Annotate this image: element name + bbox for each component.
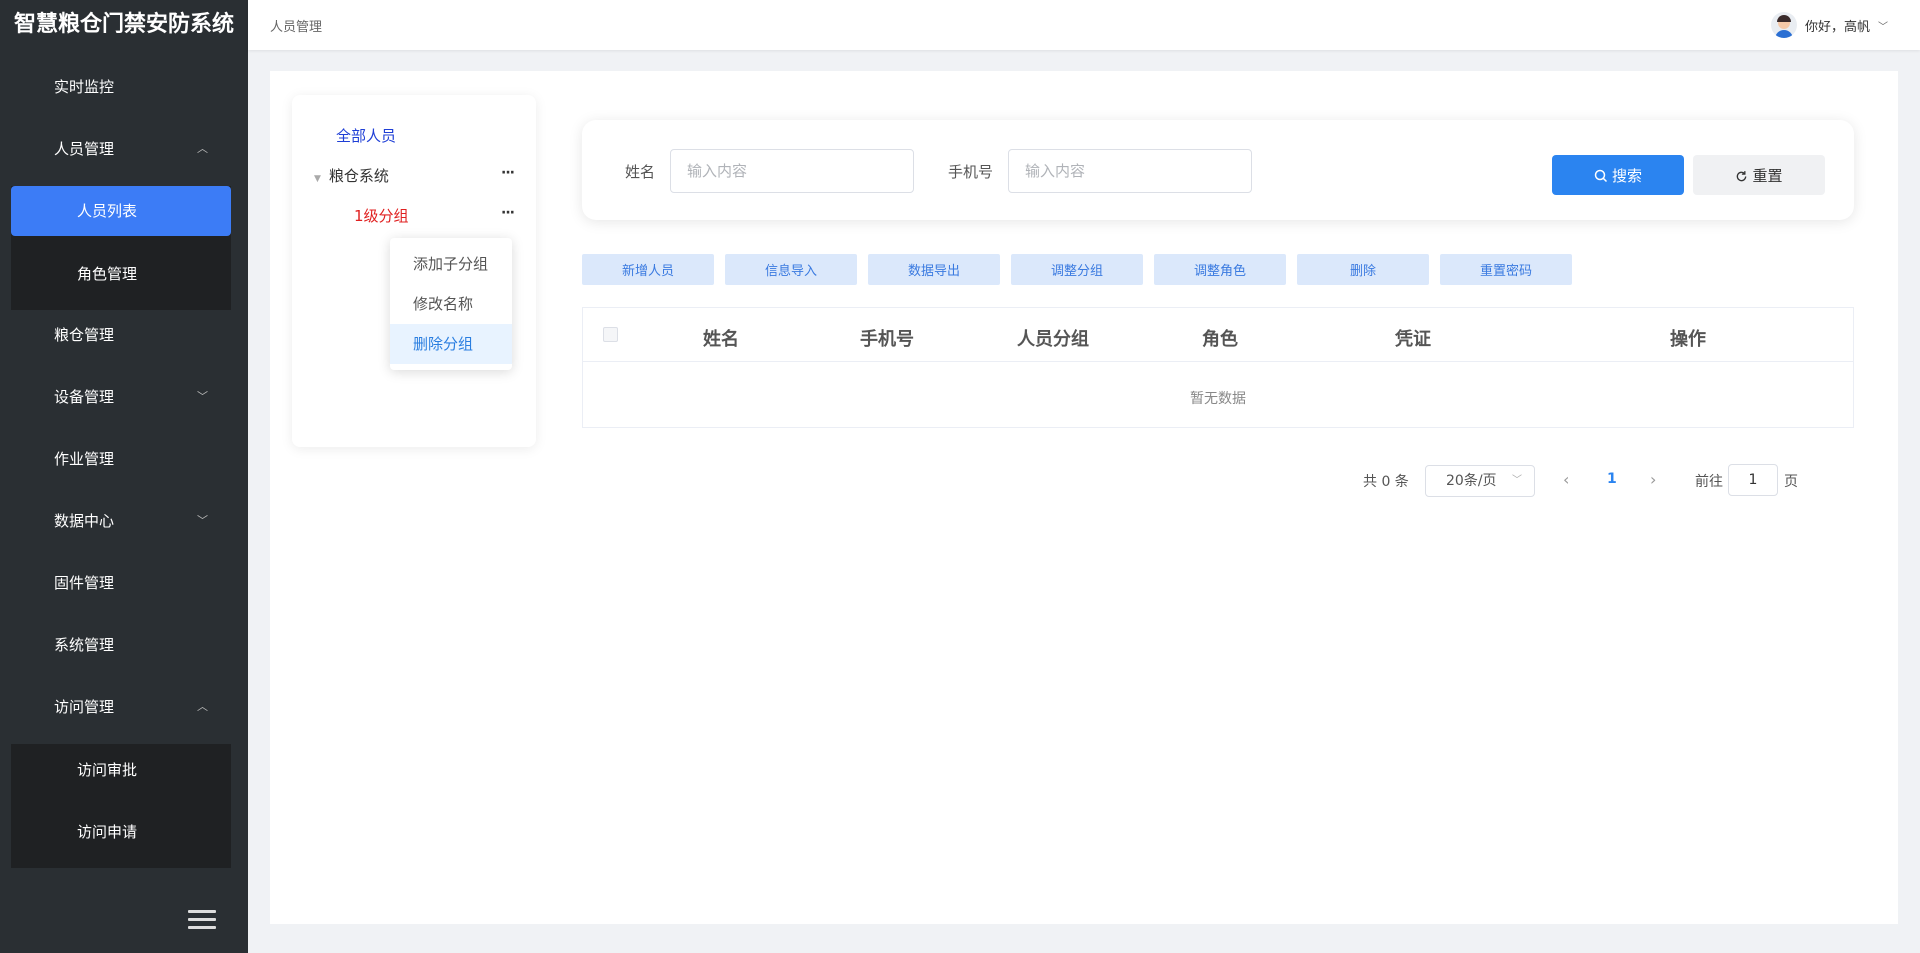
avatar <box>1770 12 1797 38</box>
breadcrumb[interactable]: 人员管理 <box>270 16 322 35</box>
column-header-name: 姓名 <box>703 329 739 350</box>
group-context-menu: 添加子分组 修改名称 删除分组 <box>390 238 512 370</box>
sidebar-item-system[interactable]: 系统管理 <box>0 620 248 682</box>
column-header-group: 人员分组 <box>1017 329 1089 350</box>
sidebar-item-granary[interactable]: 粮仓管理 <box>0 310 248 372</box>
sidebar-item-access[interactable]: 访问管理 ︿ <box>0 682 248 744</box>
sidebar-item-label: 实时监控 <box>54 78 115 96</box>
access-submenu: 访问审批 访问申请 <box>11 744 231 868</box>
sidebar-item-personnel[interactable]: 人员管理 ︿ <box>0 124 248 186</box>
more-icon[interactable]: ··· <box>501 205 515 221</box>
chevron-down-icon: ﹀ <box>1512 475 1522 486</box>
tree-node-label: 1级分组 <box>354 207 409 225</box>
sidebar-item-label: 设备管理 <box>54 388 115 406</box>
export-data-button[interactable]: 数据导出 <box>868 254 1000 285</box>
sidebar-item-label: 人员管理 <box>54 140 115 158</box>
page-suffix: 页 <box>1784 474 1798 490</box>
user-menu[interactable]: 你好，高帆 ﹀ <box>1770 12 1888 38</box>
adjust-role-button[interactable]: 调整角色 <box>1154 254 1286 285</box>
tree-all-personnel[interactable]: 全部人员 <box>336 125 396 146</box>
page-size-select[interactable]: 20条/页 ﹀ <box>1425 465 1535 497</box>
chevron-up-icon: ︿ <box>197 142 208 155</box>
import-info-button[interactable]: 信息导入 <box>725 254 857 285</box>
sidebar-item-label: 访问管理 <box>54 698 115 716</box>
menu-item-delete-group[interactable]: 删除分组 <box>390 324 512 364</box>
search-icon <box>1594 169 1608 182</box>
search-card: 姓名 手机号 搜索 重置 <box>582 120 1854 220</box>
sidebar-item-access-request[interactable]: 访问申请 <box>11 806 231 868</box>
app-title: 智慧粮仓门禁安防系统 <box>14 12 235 37</box>
group-tree-panel: 全部人员 ▼ 粮仓系统 ··· 1级分组 ··· 添加子分组 修改名称 删除分组 <box>292 95 536 447</box>
adjust-group-button[interactable]: 调整分组 <box>1011 254 1143 285</box>
reset-button[interactable]: 重置 <box>1693 155 1825 195</box>
chevron-down-icon: ﹀ <box>197 390 208 403</box>
menu-fold-icon[interactable] <box>188 910 216 932</box>
sidebar-item-device[interactable]: 设备管理 ﹀ <box>0 372 248 434</box>
next-page-button[interactable]: › <box>1650 470 1656 489</box>
top-header: 人员管理 你好，高帆 ﹀ <box>248 0 1920 50</box>
refresh-icon <box>1737 170 1747 181</box>
user-greeting: 你好，高帆 <box>1804 19 1870 35</box>
page-number-current[interactable]: 1 <box>1607 471 1617 487</box>
more-icon[interactable]: ··· <box>501 165 515 181</box>
name-label: 姓名 <box>625 163 656 181</box>
empty-state: 暂无数据 <box>1190 391 1246 407</box>
sidebar-item-firmware[interactable]: 固件管理 <box>0 558 248 620</box>
column-header-operation: 操作 <box>1670 329 1706 350</box>
sidebar-item-label: 作业管理 <box>54 450 115 468</box>
sidebar-item-label: 粮仓管理 <box>54 326 115 344</box>
goto-label: 前往 <box>1695 474 1723 490</box>
prev-page-button[interactable]: ‹ <box>1563 470 1569 489</box>
personnel-table: 姓名 手机号 人员分组 角色 凭证 操作 暂无数据 <box>582 307 1854 428</box>
main-content: 全部人员 ▼ 粮仓系统 ··· 1级分组 ··· 添加子分组 修改名称 删除分组 … <box>270 71 1898 924</box>
menu-item-add-subgroup[interactable]: 添加子分组 <box>390 244 512 284</box>
personnel-submenu: 人员列表 角色管理 <box>11 186 231 310</box>
goto-page-input[interactable] <box>1728 464 1778 496</box>
sidebar-menu: 实时监控 人员管理 ︿ 人员列表 角色管理 粮仓管理 设备管理 ﹀ 作业管理 数据中… <box>0 62 248 868</box>
pagination-total: 共 0 条 <box>1363 474 1409 490</box>
chevron-up-icon: ︿ <box>197 700 208 713</box>
add-person-button[interactable]: 新增人员 <box>582 254 714 285</box>
sidebar-item-personnel-list[interactable]: 人员列表 <box>11 186 231 236</box>
column-header-phone: 手机号 <box>860 329 914 350</box>
sidebar: 智慧粮仓门禁安防系统 实时监控 人员管理 ︿ 人员列表 角色管理 粮仓管理 设备管… <box>0 0 248 953</box>
sidebar-item-realtime-monitor[interactable]: 实时监控 <box>0 62 248 124</box>
sidebar-item-operation[interactable]: 作业管理 <box>0 434 248 496</box>
sidebar-item-label: 固件管理 <box>54 574 115 592</box>
phone-label: 手机号 <box>948 163 994 181</box>
sidebar-item-data-center[interactable]: 数据中心 ﹀ <box>0 496 248 558</box>
phone-input[interactable] <box>1008 149 1252 193</box>
table-header: 姓名 手机号 人员分组 角色 凭证 操作 <box>583 308 1853 362</box>
tree-node-level1-group[interactable]: 1级分组 ··· <box>354 205 515 226</box>
reset-button-label: 重置 <box>1752 166 1783 185</box>
column-header-credential: 凭证 <box>1395 329 1431 350</box>
menu-item-rename[interactable]: 修改名称 <box>390 284 512 324</box>
search-button-label: 搜索 <box>1611 166 1642 185</box>
caret-down-icon[interactable]: ▼ <box>314 174 321 184</box>
reset-password-button[interactable]: 重置密码 <box>1440 254 1572 285</box>
search-button[interactable]: 搜索 <box>1552 155 1684 195</box>
sidebar-item-label: 系统管理 <box>54 636 115 654</box>
tree-node-label: 粮仓系统 <box>328 167 389 185</box>
sidebar-item-access-approval[interactable]: 访问审批 <box>11 744 231 806</box>
chevron-down-icon: ﹀ <box>1878 21 1888 33</box>
name-input[interactable] <box>670 149 914 193</box>
tree-node-granary-system[interactable]: ▼ 粮仓系统 ··· <box>314 165 515 186</box>
page-size-value: 20条/页 <box>1446 473 1497 489</box>
delete-button[interactable]: 删除 <box>1297 254 1429 285</box>
chevron-down-icon: ﹀ <box>197 514 208 527</box>
column-header-role: 角色 <box>1202 329 1238 350</box>
sidebar-item-label: 数据中心 <box>54 512 115 530</box>
select-all-checkbox[interactable] <box>603 327 618 342</box>
sidebar-item-role-management[interactable]: 角色管理 <box>11 248 231 310</box>
